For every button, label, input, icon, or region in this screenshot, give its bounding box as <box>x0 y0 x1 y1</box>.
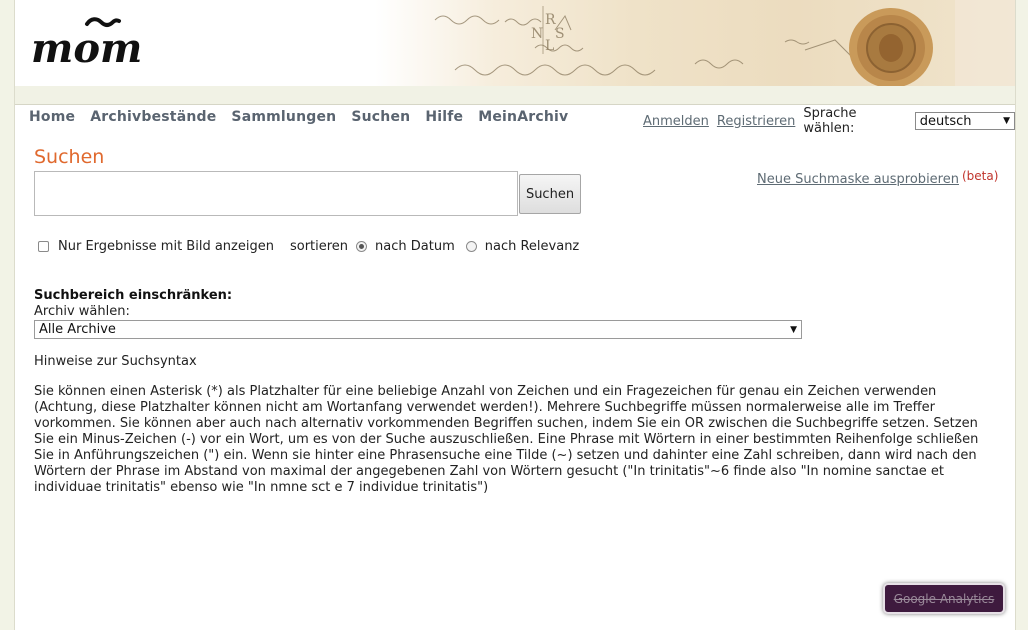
wax-seal-icon <box>849 8 933 86</box>
language-select[interactable]: deutsch ▼ <box>914 112 1015 130</box>
archive-select[interactable]: Alle Archive ▼ <box>34 320 802 339</box>
header-banner: mom R N S L <box>15 0 1015 87</box>
archive-selected-value: Alle Archive <box>39 322 116 337</box>
sort-by-date-label: nach Datum <box>375 239 455 254</box>
monogram-n: N <box>531 26 543 42</box>
nav-item-archivbestaende[interactable]: Archivbestände <box>90 109 216 125</box>
nav-item-home[interactable]: Home <box>29 109 75 125</box>
search-button[interactable]: Suchen <box>519 174 581 214</box>
monogram-s: S <box>555 26 565 42</box>
sort-by-date-radio[interactable] <box>356 241 368 252</box>
register-link[interactable]: Registrieren <box>717 114 795 129</box>
new-search-mask: Neue Suchmaske ausprobieren (beta) <box>757 169 999 187</box>
header-band <box>15 86 1015 105</box>
only-images-label: Nur Ergebnisse mit Bild anzeigen <box>58 239 274 254</box>
nav-item-meinarchiv[interactable]: MeinArchiv <box>478 109 568 125</box>
monogram-l: L <box>545 38 554 54</box>
search-options: Nur Ergebnisse mit Bild anzeigen sortier… <box>38 239 579 254</box>
nav-item-suchen[interactable]: Suchen <box>351 109 410 125</box>
chevron-down-icon: ▼ <box>790 324 797 335</box>
sort-label: sortieren <box>289 239 349 254</box>
account-bar: Anmelden Registrieren Sprache wählen: de… <box>643 106 1015 136</box>
language-label: Sprache wählen: <box>803 106 857 136</box>
page-container: mom R N S L Home Archivbestände Sammlung… <box>14 0 1016 630</box>
beta-tag: (beta) <box>961 169 999 183</box>
syntax-hints-title: Hinweise zur Suchsyntax <box>34 354 197 369</box>
only-images-checkbox[interactable] <box>38 241 49 252</box>
syntax-hints-text: Sie können einen Asterisk (*) als Platzh… <box>34 384 979 495</box>
page-title: Suchen <box>34 146 105 168</box>
analytics-badge[interactable]: Google Analytics <box>883 583 1005 614</box>
login-link[interactable]: Anmelden <box>643 114 709 129</box>
sort-by-relevance-label: nach Relevanz <box>484 239 580 254</box>
nav-item-sammlungen[interactable]: Sammlungen <box>231 109 336 125</box>
site-logo[interactable]: mom <box>29 10 159 74</box>
manuscript-illustration: R N S L <box>434 0 1015 86</box>
scope-heading: Suchbereich einschränken: <box>34 288 233 303</box>
main-nav: Home Archivbestände Sammlungen Suchen Hi… <box>29 109 568 125</box>
logo-text: mom <box>31 25 142 72</box>
search-input[interactable] <box>34 171 518 216</box>
chevron-down-icon: ▼ <box>1003 116 1010 126</box>
archive-label: Archiv wählen: <box>34 304 130 319</box>
sort-by-relevance-radio[interactable] <box>465 241 477 252</box>
new-search-mask-link[interactable]: Neue Suchmaske ausprobieren <box>757 172 959 187</box>
analytics-badge-label: Google Analytics <box>893 591 995 606</box>
nav-item-hilfe[interactable]: Hilfe <box>425 109 463 125</box>
language-selected-value: deutsch <box>919 113 972 129</box>
